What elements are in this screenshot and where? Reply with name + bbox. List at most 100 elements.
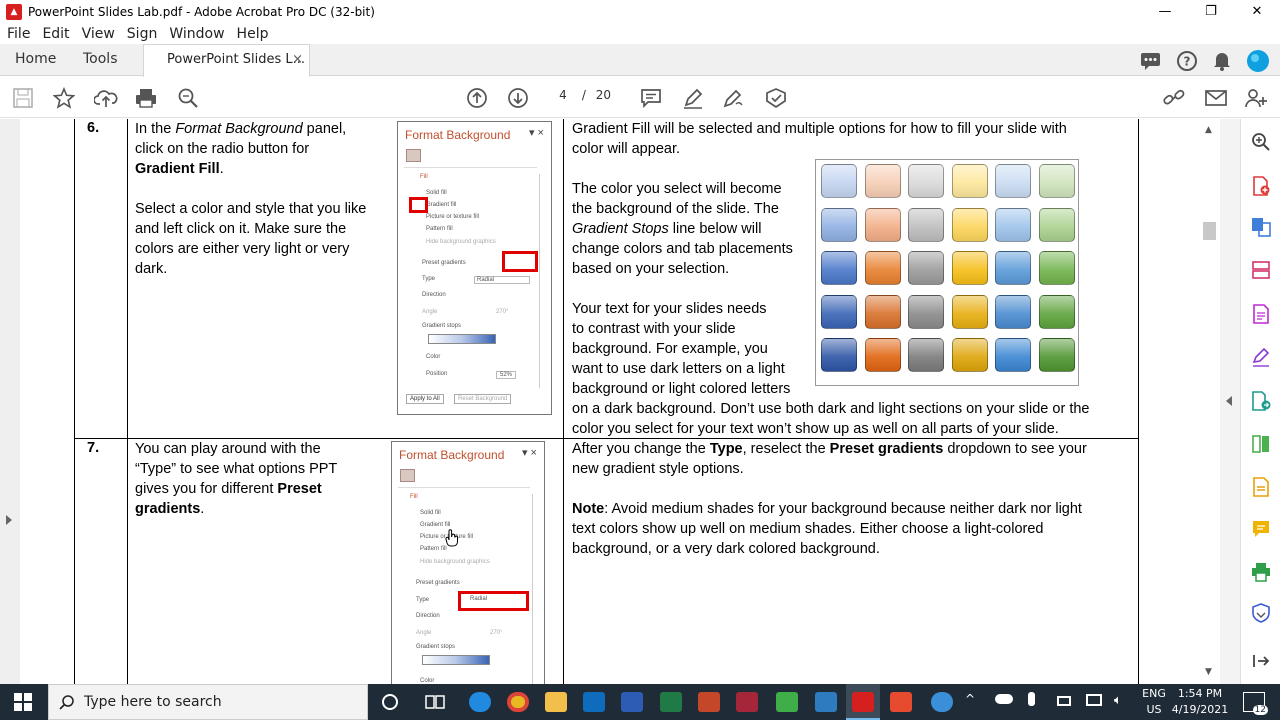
more-tools-icon[interactable]	[1251, 651, 1271, 671]
protect-icon[interactable]	[1251, 603, 1271, 623]
input-language[interactable]: ENG US	[1140, 686, 1168, 718]
table-border-col1	[127, 119, 128, 684]
notifications-icon[interactable]: 12	[1243, 692, 1268, 715]
onedrive-icon[interactable]	[995, 694, 1013, 704]
network-icon[interactable]	[1086, 694, 1102, 706]
vertical-scrollbar[interactable]: ▲ ▼	[1200, 119, 1220, 684]
hide-graphics-label: Hide background graphics	[426, 239, 496, 245]
gradient-swatch	[908, 251, 944, 285]
access-icon[interactable]	[736, 692, 758, 712]
previous-page-icon[interactable]	[466, 87, 488, 109]
star-icon[interactable]	[53, 87, 75, 109]
pattern-fill-label-2: Pattern fill	[420, 546, 447, 552]
gradient-swatch	[864, 164, 901, 198]
edit-pdf-icon[interactable]	[1251, 304, 1271, 324]
menu-window[interactable]: Window	[163, 26, 230, 42]
preset-gradient-swatches	[815, 159, 1079, 386]
save-icon[interactable]	[12, 87, 34, 109]
title-bar: ▲ PowerPoint Slides Lab.pdf - Adobe Acro…	[0, 0, 1280, 24]
create-pdf-icon[interactable]	[1251, 176, 1271, 196]
menu-view[interactable]: View	[76, 26, 121, 42]
avatar-icon[interactable]	[1246, 49, 1270, 73]
close-icon: ▾ ×	[528, 127, 544, 139]
camtasia-recorder-icon[interactable]	[890, 692, 912, 712]
expand-left-icon[interactable]	[6, 515, 12, 525]
tab-home[interactable]: Home	[15, 44, 56, 76]
hide-graphics-label-2: Hide background graphics	[420, 559, 490, 565]
sign-tag-icon[interactable]	[764, 87, 788, 109]
gradient-stops-label-2: Gradient stops	[416, 644, 456, 650]
tray-chevron-icon[interactable]: ^	[965, 692, 975, 706]
volume-icon[interactable]: 🔈︎	[1114, 693, 1122, 708]
fill-sign-icon[interactable]	[1251, 347, 1271, 367]
current-page-input[interactable]: 4	[548, 88, 578, 102]
help-app-icon[interactable]	[931, 692, 953, 712]
zoom-search-icon[interactable]	[177, 87, 199, 109]
print-production-icon[interactable]	[1251, 562, 1271, 582]
gradient-swatch	[908, 164, 944, 198]
gradient-stops-label: Gradient stops	[422, 323, 462, 329]
compare-files-icon[interactable]	[1251, 434, 1271, 454]
help-icon[interactable]: ?	[1176, 50, 1198, 72]
left-panel-collapsed[interactable]	[0, 119, 20, 684]
print-icon[interactable]	[135, 87, 157, 109]
email-icon[interactable]	[1204, 87, 1228, 109]
upload-cloud-icon[interactable]	[94, 87, 118, 109]
battery-icon[interactable]	[1057, 696, 1071, 706]
chrome-icon[interactable]	[507, 692, 529, 712]
acrobat-taskbar-active[interactable]	[846, 684, 880, 720]
gradient-swatch	[1038, 294, 1075, 329]
add-user-icon[interactable]	[1244, 87, 1268, 109]
scroll-down-icon[interactable]: ▼	[1205, 667, 1212, 677]
collapse-right-icon[interactable]	[1226, 396, 1232, 406]
scrollbar-thumb[interactable]	[1203, 222, 1216, 240]
menu-sign[interactable]: Sign	[121, 26, 164, 42]
menu-file[interactable]: File	[0, 26, 36, 42]
task-view-icon[interactable]	[425, 693, 445, 711]
draw-pen-icon[interactable]	[722, 87, 744, 109]
close-button[interactable]: ✕	[1234, 0, 1280, 24]
outlook-icon[interactable]	[583, 692, 605, 712]
gradient-swatch	[908, 338, 944, 372]
tab-tools[interactable]: Tools	[83, 44, 118, 76]
edge-icon[interactable]	[469, 692, 491, 712]
bell-icon[interactable]	[1212, 50, 1232, 72]
organize-pages-icon[interactable]	[1251, 260, 1271, 280]
close-tab-icon[interactable]: ×	[292, 45, 303, 75]
minimize-button[interactable]: —	[1142, 0, 1188, 24]
scroll-up-icon[interactable]: ▲	[1205, 125, 1212, 135]
cortana-icon[interactable]	[381, 693, 399, 711]
share-link-icon[interactable]	[1162, 87, 1186, 109]
restore-button[interactable]: ❐	[1188, 0, 1234, 24]
add-comment-icon[interactable]	[640, 87, 662, 109]
excel-icon[interactable]	[660, 692, 682, 712]
next-page-icon[interactable]	[507, 87, 529, 109]
microphone-icon[interactable]	[1028, 692, 1035, 706]
comment-icon[interactable]	[1140, 51, 1162, 71]
scan-ocr-icon[interactable]	[1251, 477, 1271, 497]
taskbar-clock[interactable]: 1:54 PM 4/19/2021	[1170, 686, 1230, 718]
menu-help[interactable]: Help	[231, 26, 275, 42]
powerpoint-icon[interactable]	[698, 692, 720, 712]
gradient-swatch	[951, 338, 988, 372]
zoom-icon[interactable]	[1251, 132, 1271, 152]
angle-label-2: Angle	[416, 630, 432, 636]
file-explorer-icon[interactable]	[545, 692, 567, 712]
taskbar-search[interactable]: Type here to search	[48, 684, 368, 720]
fill-label: Fill	[420, 174, 428, 180]
snagit-icon[interactable]	[815, 692, 837, 712]
menu-edit[interactable]: Edit	[36, 26, 75, 42]
highlight-pen-icon[interactable]	[682, 87, 704, 109]
gradient-swatch	[864, 251, 901, 285]
windows-start-icon[interactable]	[14, 693, 32, 711]
tab-document[interactable]: PowerPoint Slides L... ×	[143, 44, 310, 77]
camtasia-icon[interactable]	[776, 692, 798, 712]
right-panel-toggle[interactable]	[1220, 119, 1240, 684]
word-icon[interactable]	[621, 692, 643, 712]
comment-tool-icon[interactable]	[1251, 519, 1271, 539]
picture-fill-label: Picture or texture fill	[426, 214, 480, 220]
export-pdf-icon[interactable]	[1251, 391, 1271, 411]
combine-files-icon[interactable]	[1251, 217, 1271, 237]
preset-gradients-highlight	[502, 251, 538, 272]
page-navigator: 4 / 20	[548, 88, 611, 102]
